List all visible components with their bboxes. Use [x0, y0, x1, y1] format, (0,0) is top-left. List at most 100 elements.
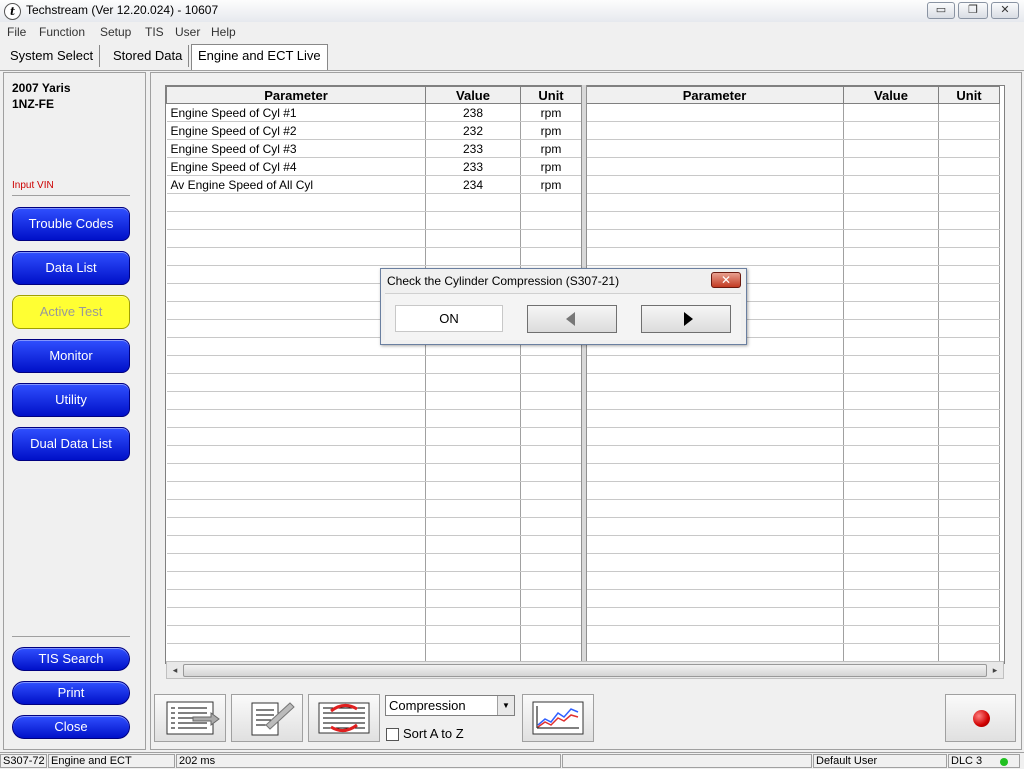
table-row-empty[interactable]	[166, 517, 582, 536]
table-row-empty[interactable]	[166, 607, 582, 626]
table-row-empty[interactable]	[166, 643, 582, 662]
table-row-empty[interactable]	[585, 175, 1000, 194]
table-row-empty[interactable]	[166, 373, 582, 392]
record-button[interactable]	[945, 694, 1016, 742]
scrollbar-thumb[interactable]	[183, 664, 987, 677]
table-row-empty[interactable]	[166, 409, 582, 428]
grid-splitter[interactable]	[581, 85, 587, 662]
table-row-empty[interactable]	[585, 103, 1000, 122]
table-row-empty[interactable]	[585, 211, 1000, 230]
table-row-empty[interactable]	[585, 229, 1000, 248]
cell-empty	[843, 103, 939, 122]
dual-data-list-button[interactable]: Dual Data List	[12, 427, 130, 461]
table-row-empty[interactable]	[585, 157, 1000, 176]
menu-user[interactable]: User	[175, 25, 200, 39]
sort-a-to-z-checkbox[interactable]	[386, 728, 399, 741]
table-row-empty[interactable]	[585, 553, 1000, 572]
utility-button[interactable]: Utility	[12, 383, 130, 417]
table-row-empty[interactable]	[585, 391, 1000, 410]
table-row-empty[interactable]	[585, 607, 1000, 626]
group-select-dropdown[interactable]: Compression ▼	[385, 695, 515, 716]
table-row-empty[interactable]	[585, 445, 1000, 464]
snapshot-button[interactable]	[231, 694, 303, 742]
swap-button[interactable]	[308, 694, 380, 742]
next-button[interactable]	[641, 305, 731, 333]
table-row-empty[interactable]	[166, 571, 582, 590]
table-row-empty[interactable]	[166, 553, 582, 572]
cell-empty	[425, 229, 521, 248]
table-row-empty[interactable]	[166, 355, 582, 374]
table-row-empty[interactable]	[585, 589, 1000, 608]
tis-search-button[interactable]: TIS Search	[12, 647, 130, 671]
table-row-empty[interactable]	[166, 463, 582, 482]
table-row-empty[interactable]	[166, 481, 582, 500]
table-row-empty[interactable]	[585, 427, 1000, 446]
header-parameter[interactable]: Parameter	[166, 86, 426, 104]
scroll-right-icon[interactable]: ▸	[988, 663, 1002, 677]
table-row-empty[interactable]	[585, 643, 1000, 662]
monitor-button[interactable]: Monitor	[12, 339, 130, 373]
header-value[interactable]: Value	[425, 86, 521, 104]
table-row-empty[interactable]	[166, 391, 582, 410]
table-row-empty[interactable]	[166, 535, 582, 554]
data-list-button[interactable]: Data List	[12, 251, 130, 285]
table-row-empty[interactable]	[166, 211, 582, 230]
dialog-close-button[interactable]: ✕	[711, 272, 741, 288]
table-row-empty[interactable]	[585, 499, 1000, 518]
tab-engine-ect-live[interactable]: Engine and ECT Live	[191, 44, 328, 70]
close-button[interactable]: Close	[12, 715, 130, 739]
table-row-empty[interactable]	[166, 427, 582, 446]
table-row-empty[interactable]	[585, 373, 1000, 392]
table-row-empty[interactable]	[585, 193, 1000, 212]
table-row-empty[interactable]	[166, 229, 582, 248]
menu-help[interactable]: Help	[211, 25, 236, 39]
menu-tis[interactable]: TIS	[145, 25, 164, 39]
tab-system-select[interactable]: System Select	[4, 45, 101, 67]
table-row-empty[interactable]	[585, 535, 1000, 554]
table-row[interactable]: Engine Speed of Cyl #4 233 rpm	[166, 157, 582, 176]
table-row-empty[interactable]	[166, 499, 582, 518]
table-row-empty[interactable]	[585, 463, 1000, 482]
table-row-empty[interactable]	[585, 517, 1000, 536]
header-parameter[interactable]: Parameter	[585, 86, 844, 104]
parameter-list-button[interactable]	[154, 694, 226, 742]
chevron-down-icon[interactable]: ▼	[497, 696, 514, 715]
table-row-empty[interactable]	[585, 481, 1000, 500]
table-row-empty[interactable]	[585, 625, 1000, 644]
menu-setup[interactable]: Setup	[100, 25, 131, 39]
header-unit[interactable]: Unit	[938, 86, 1000, 104]
menu-function[interactable]: Function	[39, 25, 85, 39]
table-row-empty[interactable]	[166, 247, 582, 266]
print-button[interactable]: Print	[12, 681, 130, 705]
maximize-button[interactable]: ❐	[958, 2, 988, 19]
horizontal-scrollbar[interactable]: ◂ ▸	[166, 661, 1004, 679]
graph-button[interactable]	[522, 694, 594, 742]
minimize-button[interactable]: ▭	[927, 2, 955, 19]
table-row-empty[interactable]	[166, 589, 582, 608]
header-unit[interactable]: Unit	[520, 86, 582, 104]
table-row-empty[interactable]	[585, 139, 1000, 158]
previous-button[interactable]	[527, 305, 617, 333]
tab-stored-data[interactable]: Stored Data	[107, 45, 190, 67]
table-row[interactable]: Engine Speed of Cyl #2 232 rpm	[166, 121, 582, 140]
table-row-empty[interactable]	[166, 445, 582, 464]
table-row-empty[interactable]	[166, 625, 582, 644]
table-row[interactable]: Av Engine Speed of All Cyl 234 rpm	[166, 175, 582, 194]
table-row-empty[interactable]	[585, 571, 1000, 590]
header-value[interactable]: Value	[843, 86, 939, 104]
scroll-left-icon[interactable]: ◂	[168, 663, 182, 677]
cell-empty	[425, 589, 521, 608]
active-test-button[interactable]: Active Test	[12, 295, 130, 329]
table-row-empty[interactable]	[585, 409, 1000, 428]
table-row[interactable]: Engine Speed of Cyl #1 238 rpm	[166, 103, 582, 122]
table-row-empty[interactable]	[166, 193, 582, 212]
table-row[interactable]: Engine Speed of Cyl #3 233 rpm	[166, 139, 582, 158]
window-close-button[interactable]: ✕	[991, 2, 1019, 19]
table-row-empty[interactable]	[585, 247, 1000, 266]
input-vin-link[interactable]: Input VIN	[12, 180, 54, 191]
trouble-codes-button[interactable]: Trouble Codes	[12, 207, 130, 241]
table-row-empty[interactable]	[585, 355, 1000, 374]
cell-empty	[425, 553, 521, 572]
table-row-empty[interactable]	[585, 121, 1000, 140]
menu-file[interactable]: File	[7, 25, 26, 39]
